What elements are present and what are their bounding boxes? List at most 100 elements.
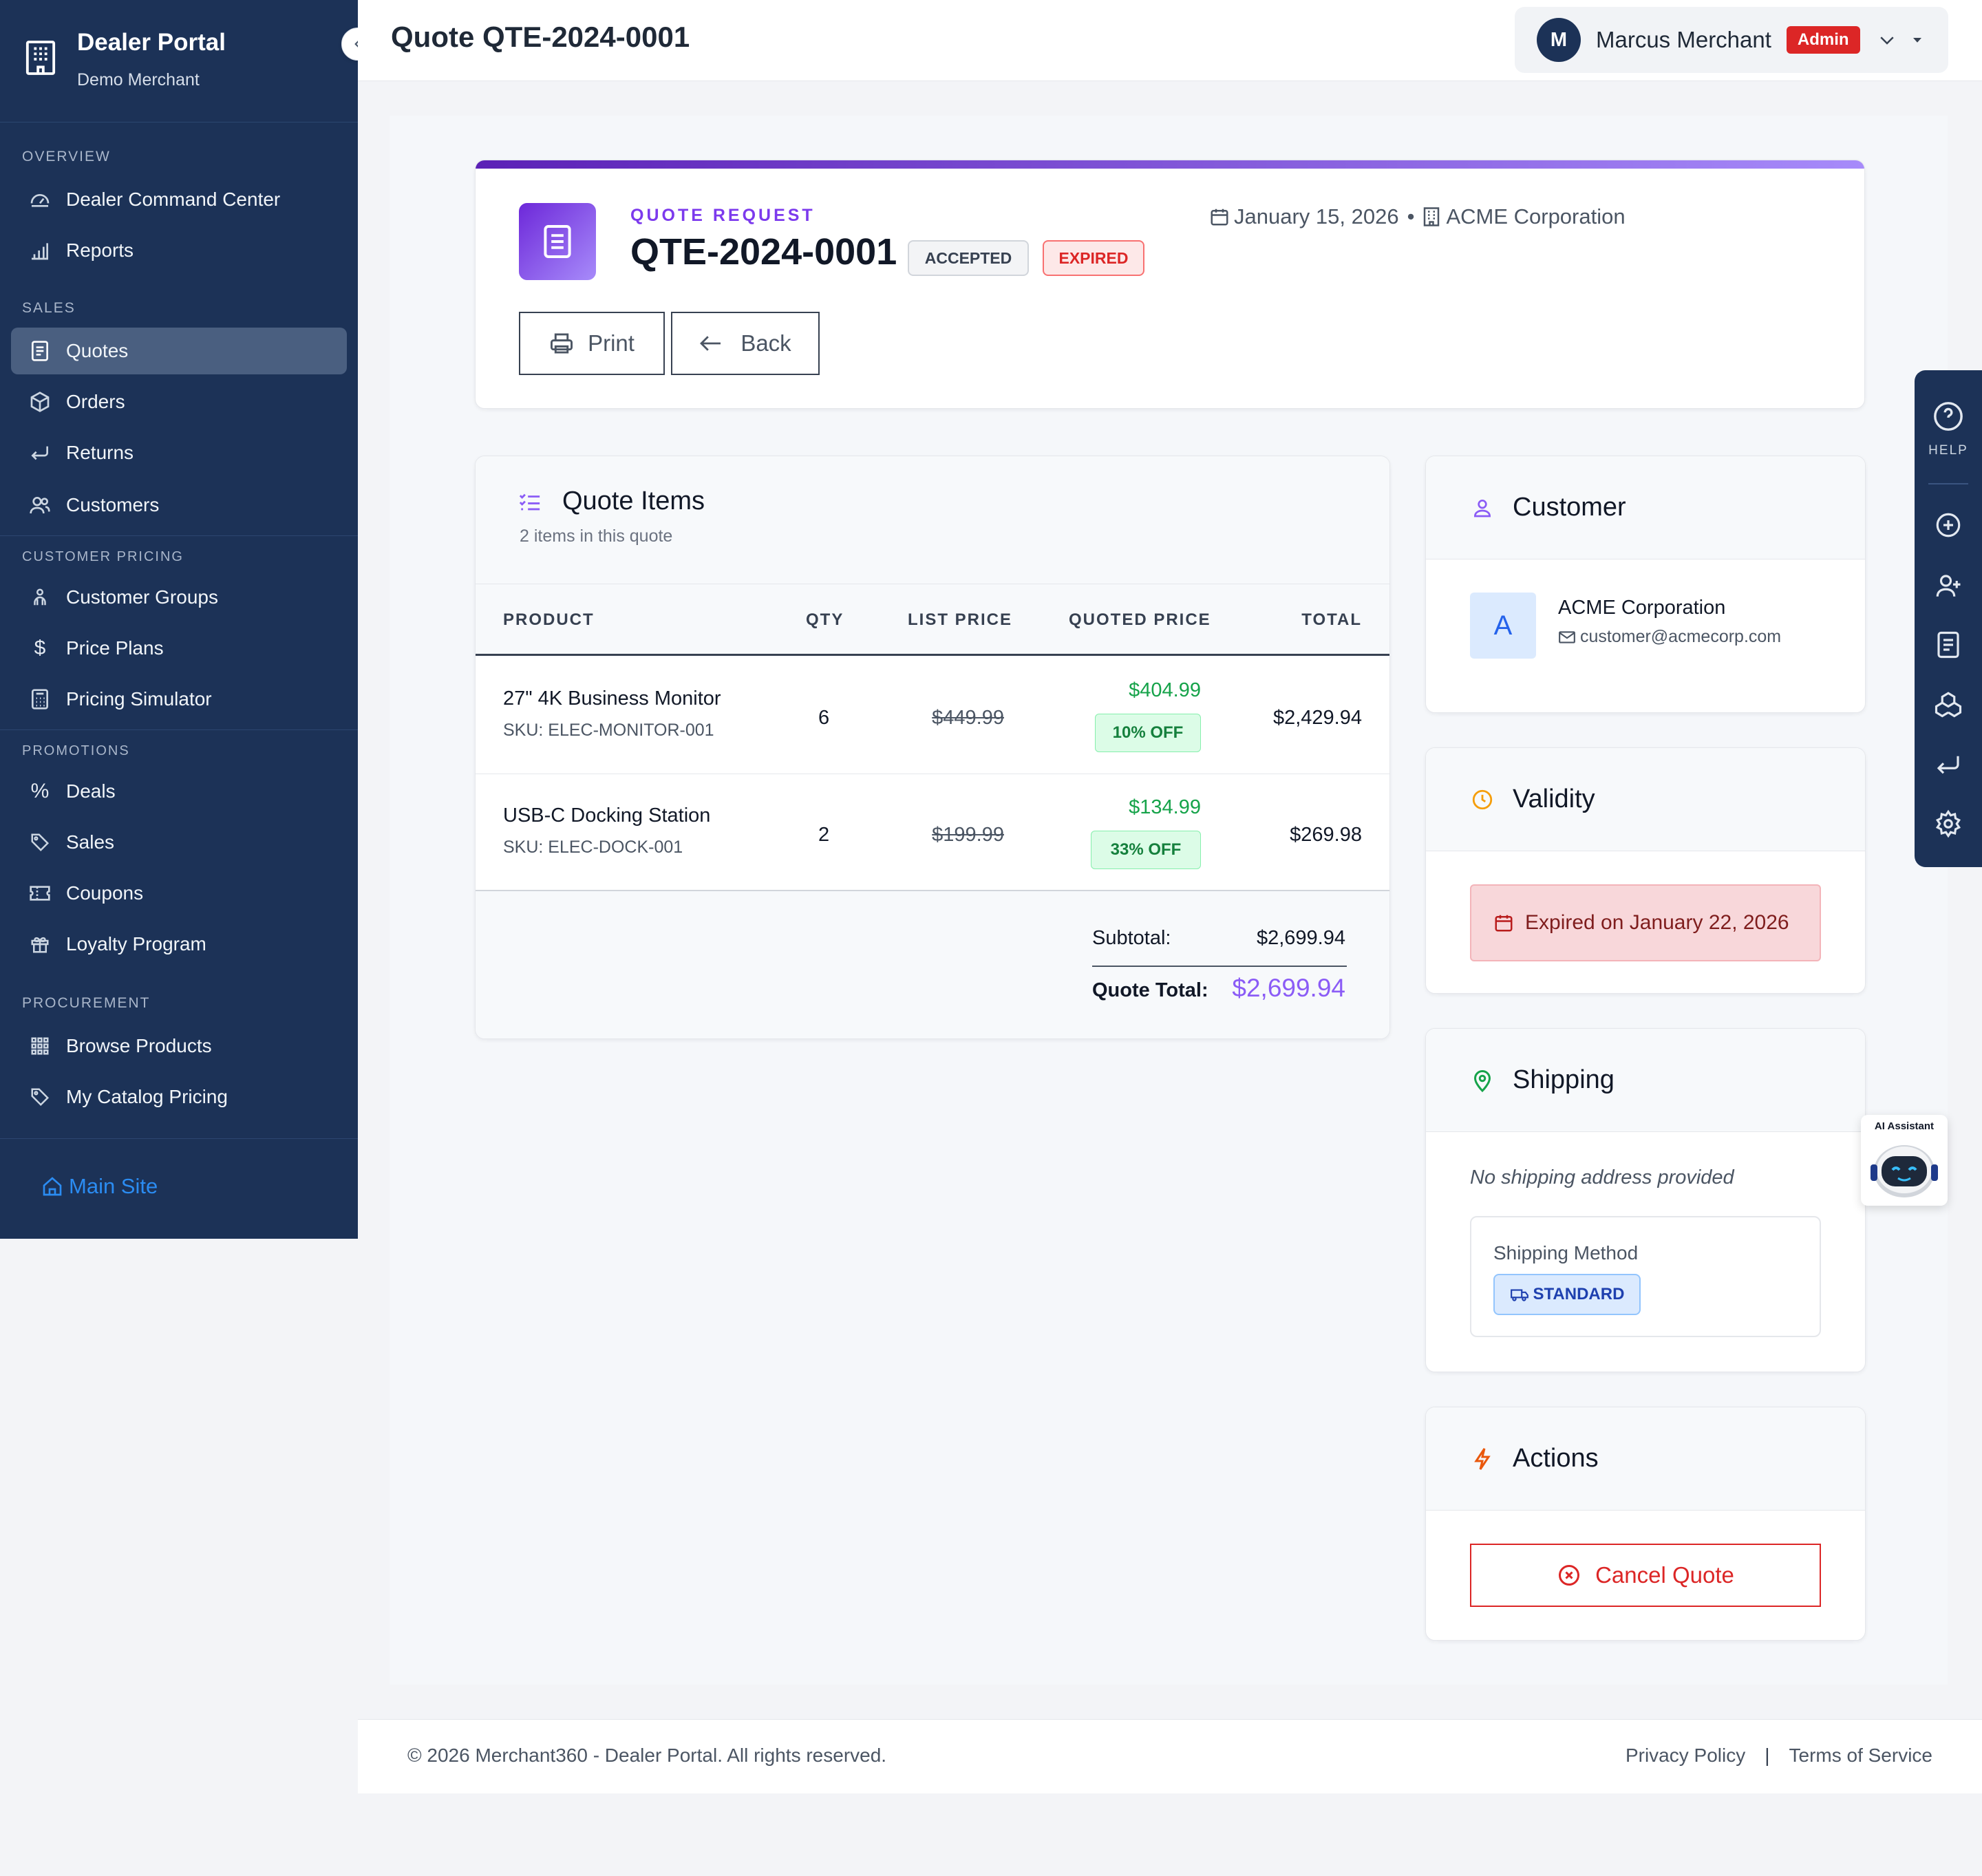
rail-quotes-button[interactable] bbox=[1930, 626, 1967, 663]
header-accent-bar bbox=[476, 160, 1864, 169]
cancel-quote-label: Cancel Quote bbox=[1595, 1562, 1734, 1588]
quote-items-header: Quote Items 2 items in this quote bbox=[476, 456, 1389, 584]
nav-section-customer-pricing: CUSTOMER PRICING bbox=[22, 549, 184, 564]
column-header-quoted-price: QUOTED PRICE bbox=[1069, 610, 1211, 629]
terms-of-service-link[interactable]: Terms of Service bbox=[1789, 1745, 1933, 1767]
back-button[interactable]: Back bbox=[671, 312, 820, 375]
ticket-icon bbox=[26, 880, 54, 907]
building-icon bbox=[25, 41, 56, 75]
user-name: Marcus Merchant bbox=[1596, 27, 1771, 52]
robot-icon bbox=[1871, 1145, 1938, 1197]
nav-divider bbox=[0, 535, 358, 536]
cancel-quote-button[interactable]: Cancel Quote bbox=[1470, 1544, 1821, 1607]
sidebar-item-deals[interactable]: % Deals bbox=[11, 768, 347, 815]
help-button[interactable] bbox=[1930, 398, 1967, 435]
role-badge: Admin bbox=[1786, 26, 1860, 54]
home-icon bbox=[43, 1177, 62, 1196]
help-icon bbox=[1934, 402, 1963, 431]
shipping-method-badge: STANDARD bbox=[1493, 1274, 1641, 1315]
quote-totals: Subtotal: $2,699.94 Quote Total: $2,699.… bbox=[476, 890, 1389, 1038]
arrow-left-icon bbox=[700, 336, 721, 351]
back-label: Back bbox=[740, 330, 791, 356]
column-header-qty: QTY bbox=[806, 610, 844, 629]
dollar-icon: $ bbox=[34, 637, 46, 659]
list-price: $449.99 bbox=[932, 707, 1004, 729]
gift-icon bbox=[26, 930, 54, 958]
table-row: 27" 4K Business Monitor SKU: ELEC-MONITO… bbox=[476, 657, 1389, 774]
tag-icon bbox=[26, 829, 54, 856]
customer-avatar: A bbox=[1470, 593, 1536, 659]
sidebar-item-label: Dealer Command Center bbox=[66, 189, 281, 210]
tool-rail: HELP bbox=[1915, 370, 1982, 867]
calculator-icon bbox=[26, 685, 54, 713]
product-sku: SKU: ELEC-DOCK-001 bbox=[503, 838, 683, 857]
sidebar-item-loyalty-program[interactable]: Loyalty Program bbox=[11, 921, 347, 968]
sidebar-item-customer-groups[interactable]: Customer Groups bbox=[11, 574, 347, 621]
shipping-card: Shipping No shipping address provided Sh… bbox=[1425, 1028, 1866, 1372]
footer-copyright: © 2026 Merchant360 - Dealer Portal. All … bbox=[407, 1745, 887, 1766]
sidebar-item-label: Coupons bbox=[66, 882, 144, 904]
gauge-icon bbox=[26, 186, 54, 213]
building-icon bbox=[1424, 207, 1440, 226]
sidebar-item-reports[interactable]: Reports bbox=[11, 227, 347, 274]
rail-products-button[interactable] bbox=[1930, 685, 1967, 723]
quoted-price: $404.99 bbox=[1129, 679, 1201, 701]
privacy-policy-link[interactable]: Privacy Policy bbox=[1626, 1745, 1745, 1767]
sidebar-item-orders[interactable]: Orders bbox=[11, 379, 347, 425]
nav-section-sales: SALES bbox=[22, 300, 76, 316]
sidebar-item-price-plans[interactable]: $ Price Plans bbox=[11, 625, 347, 672]
caret-down-icon bbox=[1912, 38, 1921, 43]
sidebar-item-returns[interactable]: Returns bbox=[11, 429, 347, 476]
truck-icon bbox=[1510, 1289, 1528, 1301]
status-badge-accepted: ACCEPTED bbox=[908, 240, 1029, 276]
sidebar-item-label: Returns bbox=[66, 442, 134, 463]
users-icon bbox=[26, 491, 54, 519]
sidebar-item-label: Orders bbox=[66, 391, 125, 412]
discount-badge: 10% OFF bbox=[1095, 714, 1201, 752]
lightning-icon bbox=[1469, 1445, 1496, 1473]
quote-company: ACME Corporation bbox=[1446, 204, 1626, 228]
rail-add-button[interactable] bbox=[1930, 507, 1967, 544]
calendar-icon bbox=[1211, 209, 1228, 226]
subtotal-label: Subtotal: bbox=[1092, 927, 1171, 949]
quote-items-count: 2 items in this quote bbox=[520, 526, 673, 546]
sidebar-item-coupons[interactable]: Coupons bbox=[11, 870, 347, 917]
sidebar-item-sales[interactable]: Sales bbox=[11, 819, 347, 866]
totals-divider bbox=[1092, 966, 1347, 967]
sidebar-item-customers[interactable]: Customers bbox=[11, 482, 347, 529]
bar-chart-icon bbox=[26, 237, 54, 264]
print-button[interactable]: Print bbox=[519, 312, 665, 375]
ai-assistant-widget[interactable]: AI Assistant bbox=[1861, 1115, 1948, 1206]
sidebar-item-label: Sales bbox=[66, 831, 115, 853]
user-menu[interactable]: M Marcus Merchant Admin bbox=[1515, 7, 1948, 73]
rail-add-user-button[interactable] bbox=[1930, 567, 1967, 604]
quote-id: QTE-2024-0001 bbox=[630, 231, 897, 273]
mail-icon bbox=[1559, 630, 1575, 643]
list-icon bbox=[519, 493, 540, 511]
sidebar-item-my-catalog-pricing[interactable]: My Catalog Pricing bbox=[11, 1074, 347, 1120]
sidebar-brand: Dealer Portal Demo Merchant bbox=[0, 0, 358, 122]
rail-returns-button[interactable] bbox=[1930, 746, 1967, 783]
column-header-product: PRODUCT bbox=[503, 610, 595, 629]
sidebar-item-label: Customer Groups bbox=[66, 586, 218, 608]
quote-meta: January 15, 2026 • ACME Corporation bbox=[1209, 204, 1626, 229]
main-site-link[interactable]: Main Site bbox=[41, 1174, 158, 1199]
subtotal-value: $2,699.94 bbox=[1256, 927, 1345, 949]
document-icon bbox=[26, 337, 54, 365]
actions-card-header: Actions bbox=[1426, 1407, 1865, 1511]
return-arrow-icon bbox=[1937, 756, 1959, 774]
sidebar-item-label: Price Plans bbox=[66, 637, 164, 659]
sidebar-item-label: Browse Products bbox=[66, 1035, 212, 1056]
nav-divider bbox=[0, 1138, 358, 1139]
sidebar-item-browse-products[interactable]: Browse Products bbox=[11, 1023, 347, 1069]
sidebar-item-command-center[interactable]: Dealer Command Center bbox=[11, 176, 347, 223]
discount-badge: 33% OFF bbox=[1091, 831, 1201, 869]
actions-card: Actions Cancel Quote bbox=[1425, 1407, 1866, 1641]
customer-name: ACME Corporation bbox=[1558, 597, 1726, 619]
rail-settings-button[interactable] bbox=[1930, 805, 1967, 842]
sidebar-item-quotes[interactable]: Quotes bbox=[11, 328, 347, 374]
x-circle-icon bbox=[1559, 1565, 1580, 1586]
sidebar-item-pricing-simulator[interactable]: Pricing Simulator bbox=[11, 676, 347, 723]
quote-eyebrow: QUOTE REQUEST bbox=[630, 206, 816, 225]
meta-separator: • bbox=[1407, 204, 1415, 228]
